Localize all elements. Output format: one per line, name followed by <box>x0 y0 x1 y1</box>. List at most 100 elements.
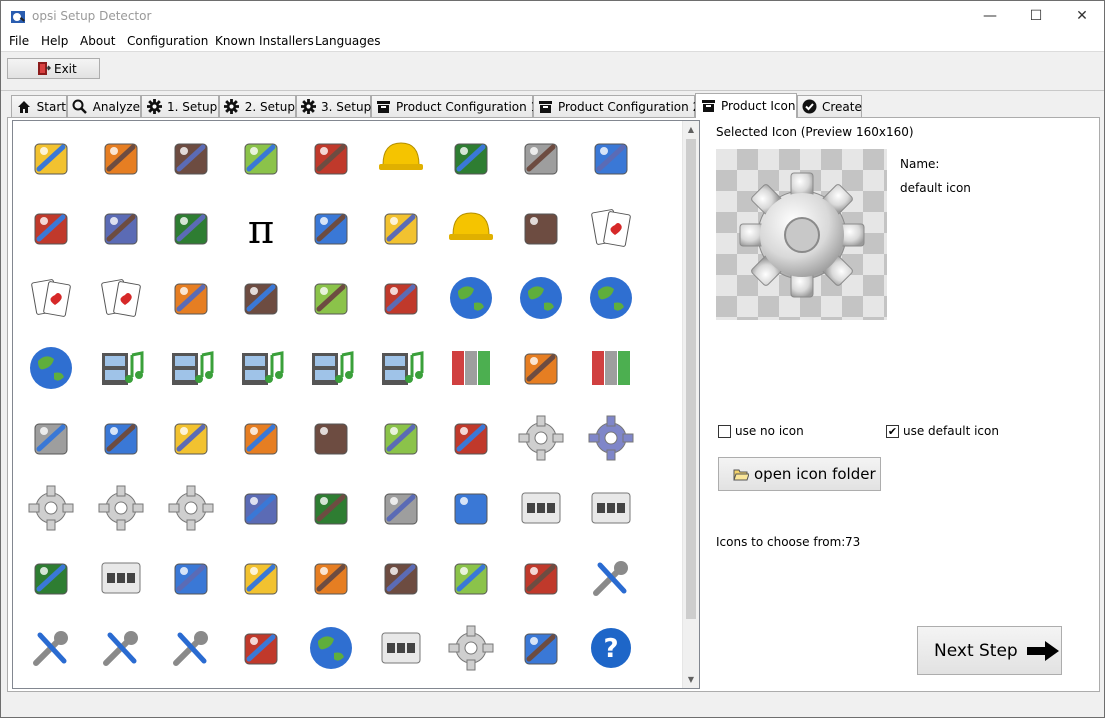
tab-product-configuration-2[interactable]: Product Configuration 2 <box>533 95 700 117</box>
documents-icon[interactable] <box>96 413 146 463</box>
trowel-icon[interactable] <box>306 133 356 183</box>
tab-setup-2[interactable]: 2. Setup <box>219 95 296 117</box>
tab-start[interactable]: Start <box>11 95 67 117</box>
menu-file[interactable]: File <box>9 34 29 48</box>
tab-analyze[interactable]: Analyze <box>67 95 141 117</box>
typewriter-icon[interactable] <box>26 413 76 463</box>
network-icon[interactable] <box>236 623 286 673</box>
menu-languages[interactable]: Languages <box>315 34 380 48</box>
gear-icon[interactable] <box>166 483 216 533</box>
playing-cards-icon[interactable] <box>586 203 636 253</box>
joystick-icon[interactable] <box>516 203 566 253</box>
chemistry-icon[interactable] <box>376 413 426 463</box>
clapperboard-music-icon[interactable] <box>306 343 356 393</box>
desktop-tools-icon[interactable] <box>26 553 76 603</box>
playing-cards-icon[interactable] <box>26 273 76 323</box>
blueprint-icon[interactable] <box>586 133 636 183</box>
ruler-scissors-icon[interactable] <box>166 133 216 183</box>
caliper-icon[interactable] <box>376 203 426 253</box>
close-button[interactable]: ✕ <box>1059 1 1105 31</box>
palette-brush-icon[interactable] <box>166 273 216 323</box>
pencil-cup-icon[interactable] <box>236 133 286 183</box>
ruler-scissors-icon[interactable] <box>26 133 76 183</box>
binders-icon[interactable] <box>446 343 496 393</box>
tools-icon[interactable] <box>166 623 216 673</box>
touchpad-icon[interactable] <box>376 553 426 603</box>
tab-setup-3[interactable]: 3. Setup <box>296 95 371 117</box>
film-music-icon[interactable] <box>376 343 426 393</box>
globe-icon[interactable] <box>586 273 636 323</box>
scroll-down-arrow-icon[interactable]: ▼ <box>683 671 699 688</box>
installer-icon[interactable] <box>306 413 356 463</box>
trowel-icon[interactable] <box>446 133 496 183</box>
paint-tube-icon[interactable] <box>236 273 286 323</box>
wrench-screwdriver-icon[interactable] <box>96 623 146 673</box>
monitor-icon[interactable] <box>376 483 426 533</box>
power-box-icon[interactable] <box>586 483 636 533</box>
gear-icon[interactable] <box>446 623 496 673</box>
palette-icon[interactable] <box>306 273 356 323</box>
brush-cup-icon[interactable] <box>516 343 566 393</box>
scroll-up-arrow-icon[interactable]: ▲ <box>683 121 699 138</box>
menu-help[interactable]: Help <box>41 34 68 48</box>
toolbox-icon[interactable] <box>516 553 566 603</box>
open-icon-folder-button[interactable]: open icon folder <box>718 457 881 491</box>
wrench-screwdriver-icon[interactable] <box>26 623 76 673</box>
swiss-knife-icon[interactable] <box>306 483 356 533</box>
globe-blue-icon[interactable] <box>516 273 566 323</box>
help-icon[interactable]: ? <box>586 623 636 673</box>
beach-ball-icon[interactable] <box>236 483 286 533</box>
menu-about[interactable]: About <box>80 34 115 48</box>
scissors-ruler-icon[interactable] <box>96 133 146 183</box>
tablet-mouse-icon[interactable] <box>166 553 216 603</box>
photo-frame-icon[interactable] <box>446 553 496 603</box>
gear-icon[interactable] <box>516 413 566 463</box>
clapperboard-icon[interactable] <box>166 343 216 393</box>
film-music-icon[interactable] <box>236 343 286 393</box>
switches-icon[interactable] <box>96 553 146 603</box>
tab-setup-1[interactable]: 1. Setup <box>141 95 219 117</box>
use-no-icon-checkbox[interactable]: use no icon <box>718 424 804 438</box>
menu-configuration[interactable]: Configuration <box>127 34 208 48</box>
globe-icon[interactable] <box>446 273 496 323</box>
checkbox-box[interactable] <box>718 424 731 438</box>
pi-icon[interactable]: π <box>236 203 286 253</box>
exit-button[interactable]: Exit <box>7 58 100 79</box>
mouse-icon[interactable] <box>236 553 286 603</box>
vertical-scrollbar[interactable]: ▲ ▼ <box>682 121 699 688</box>
chalkboard-icon[interactable] <box>306 203 356 253</box>
gear-icon[interactable] <box>96 483 146 533</box>
use-default-icon-checkbox[interactable]: ✔ use default icon <box>886 424 999 438</box>
package-icon[interactable] <box>236 413 286 463</box>
un-flag-icon[interactable] <box>166 203 216 253</box>
hardhat-icon[interactable] <box>446 203 496 253</box>
hammer-flag-icon[interactable] <box>26 203 76 253</box>
playing-cards-icon[interactable] <box>96 273 146 323</box>
hammer-icon[interactable] <box>516 133 566 183</box>
art-box-icon[interactable] <box>166 413 216 463</box>
flask-icon[interactable] <box>446 413 496 463</box>
hardhat-icon[interactable] <box>376 133 426 183</box>
power-box-icon[interactable] <box>376 623 426 673</box>
tab-create[interactable]: Create <box>797 95 862 117</box>
globe-blue-icon[interactable] <box>26 343 76 393</box>
film-music-icon[interactable] <box>96 343 146 393</box>
globe-wrench-icon[interactable] <box>306 623 356 673</box>
picture-icon[interactable] <box>376 273 426 323</box>
scrollbar-thumb[interactable] <box>686 139 696 619</box>
wrench-icon[interactable] <box>586 553 636 603</box>
hammer-globe-icon[interactable] <box>96 203 146 253</box>
minimize-button[interactable]: — <box>967 1 1013 31</box>
next-step-button[interactable]: Next Step <box>917 626 1062 675</box>
maximize-button[interactable]: ☐ <box>1013 1 1059 31</box>
menu-known-installers[interactable]: Known Installers <box>215 34 314 48</box>
binders-icon[interactable] <box>586 343 636 393</box>
tab-product-icon[interactable]: Product Icon <box>695 93 797 118</box>
tablet-pen-icon[interactable] <box>306 553 356 603</box>
ruler-scissors-icon[interactable] <box>446 483 496 533</box>
checkmark-icon[interactable]: ✔ <box>886 424 899 438</box>
gear-blue-icon[interactable] <box>586 413 636 463</box>
switches-icon[interactable] <box>516 483 566 533</box>
gear-icon[interactable] <box>26 483 76 533</box>
tab-product-configuration-1[interactable]: Product Configuration 1 <box>371 95 538 117</box>
